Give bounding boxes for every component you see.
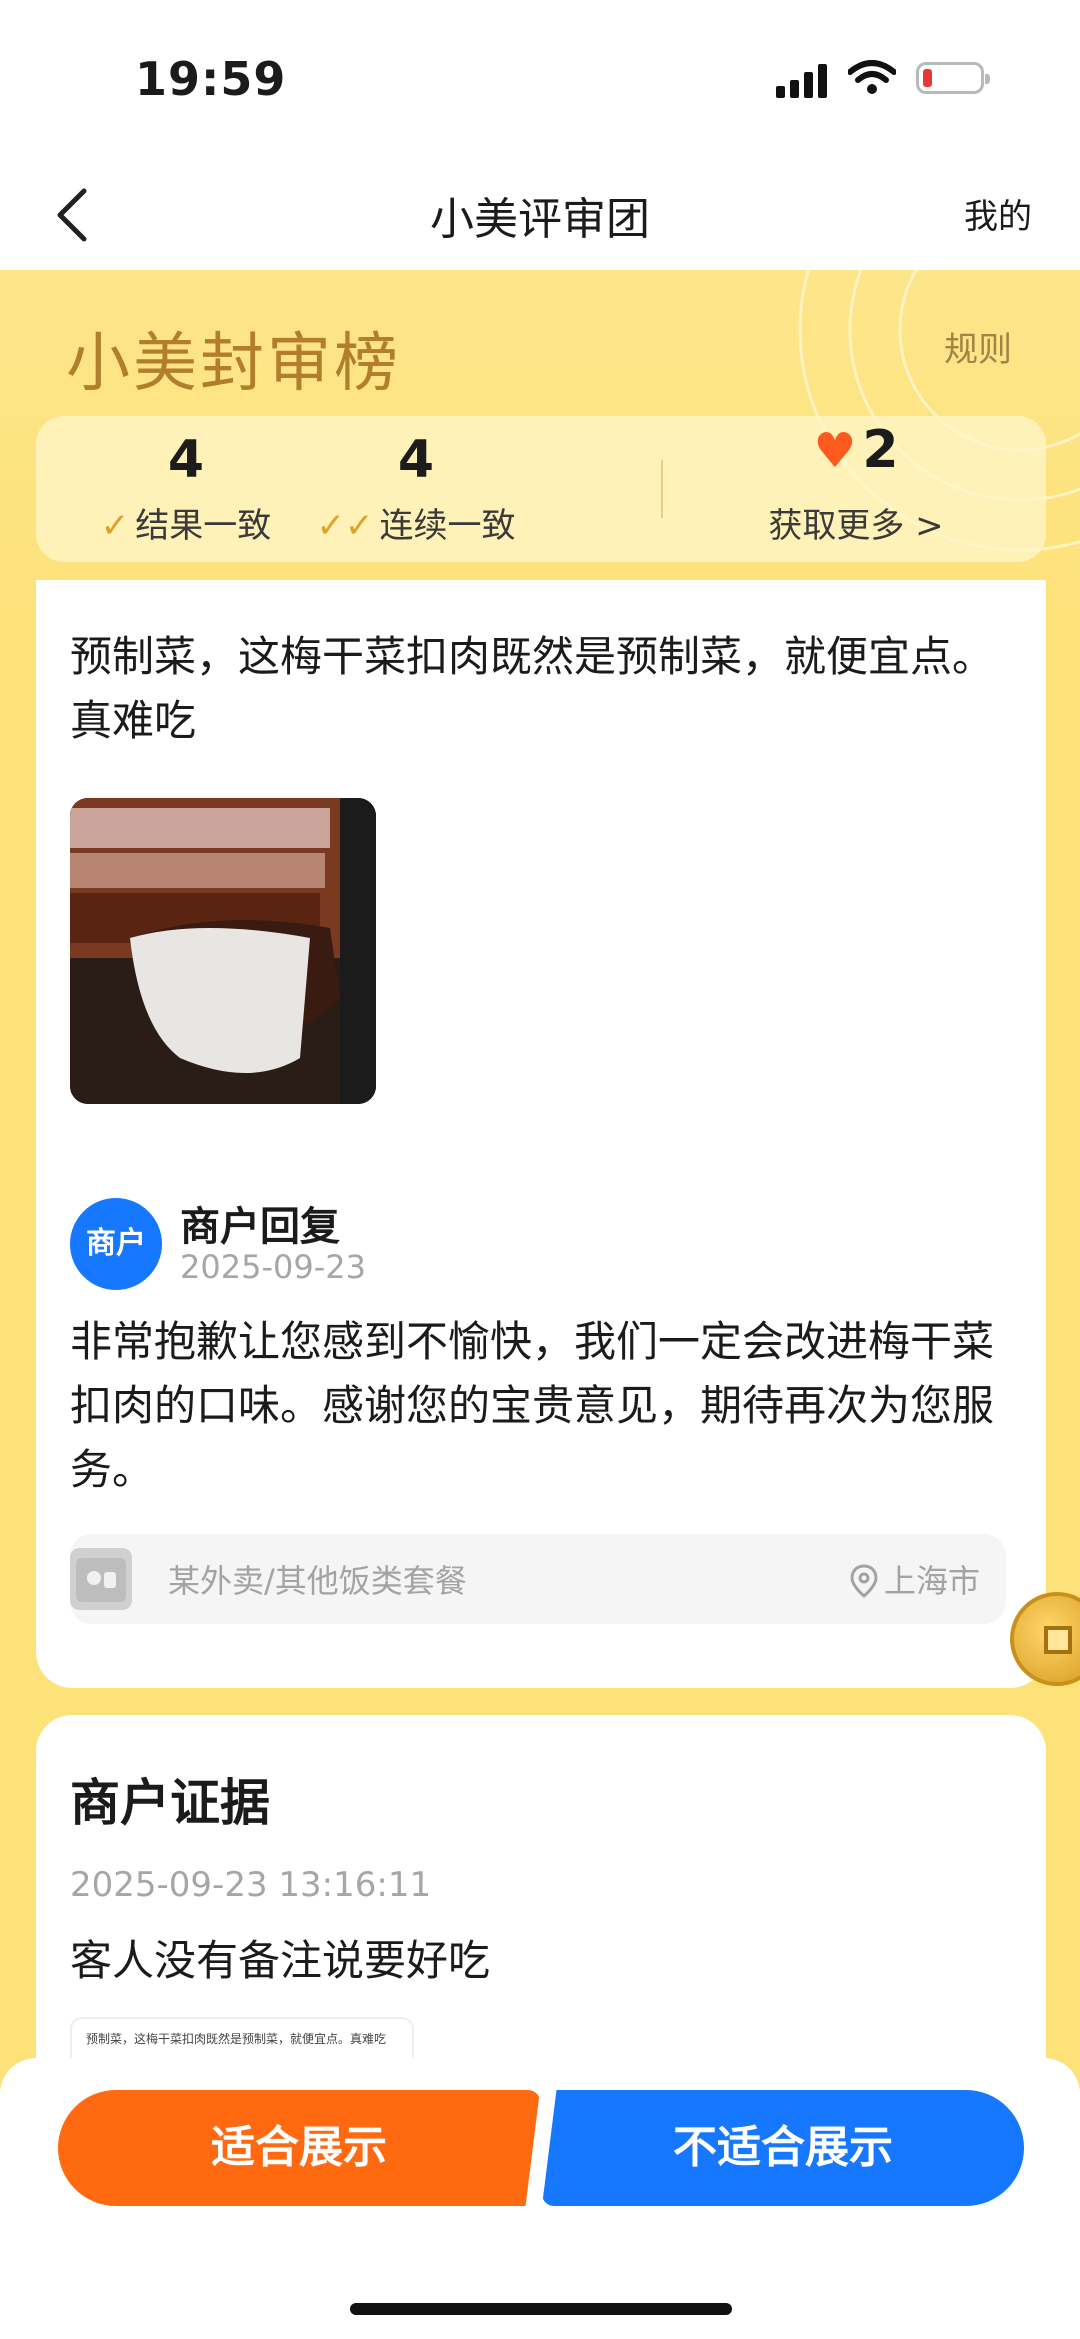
action-bar: 适合展示 不适合展示 (0, 2058, 1080, 2339)
review-photo[interactable] (70, 798, 376, 1104)
rules-link[interactable]: 规则 (944, 322, 1012, 371)
check-icon: ✓ (100, 506, 130, 546)
reply-text: 非常抱歉让您感到不愉快，我们一定会改进梅干菜扣肉的口味。感谢您的宝贵意见，期待再… (70, 1317, 995, 1494)
evidence-time: 2025-09-23 13:16:11 (70, 1865, 432, 1905)
merchant-avatar: 商户 (70, 1198, 162, 1290)
brand-title: 小美封审榜 (66, 327, 401, 401)
page-title: 小美评审团 (430, 194, 650, 245)
stat-value: 4 (167, 430, 205, 490)
store-info-bar[interactable]: 某外卖/其他饭类套餐 上海市 (70, 1534, 1006, 1624)
reply-date: 2025-09-23 (180, 1248, 366, 1286)
stat-hearts[interactable]: ♥ 2 获取更多 > (736, 416, 976, 562)
location-text: 上海市 (883, 1562, 980, 1600)
status-time: 19:59 (135, 52, 287, 106)
location-pin-icon (850, 1564, 878, 1598)
stat-result-consistent: 4 ✓ 结果一致 (76, 416, 296, 562)
stat-label: 结果一致 (135, 506, 272, 546)
home-indicator[interactable] (350, 2303, 732, 2315)
reply-title: 商户回复 (180, 1204, 340, 1250)
stats-panel: 4 ✓ 结果一致 4 ✓✓ 连续一致 ♥ 2 获取更多 > (36, 416, 1046, 562)
store-location: 上海市 (850, 1556, 980, 1602)
review-panel-header: 小美封审榜 规则 4 ✓ 结果一致 4 ✓✓ 连续一致 ♥ 2 获取更多 > (0, 270, 1080, 630)
review-card: 预制菜，这梅干菜扣肉既然是预制菜，就便宜点。真难吃 商户 商户回复 2025-0… (36, 580, 1046, 1688)
cellular-signal-icon (776, 64, 832, 98)
suitable-button[interactable]: 适合展示 (58, 2090, 540, 2206)
store-name: 某外卖/其他饭类套餐 (168, 1562, 467, 1600)
evidence-title: 商户证据 (70, 1774, 270, 1832)
stat-label: 连续一致 (379, 506, 516, 546)
status-bar: 19:59 (0, 0, 1080, 165)
heart-count: 2 (862, 420, 899, 480)
stat-value: 4 (397, 430, 435, 490)
divider (661, 460, 663, 518)
wifi-icon (848, 60, 896, 94)
get-more-link[interactable]: 获取更多 > (736, 498, 976, 547)
unsuitable-button[interactable]: 不适合展示 (542, 2090, 1024, 2206)
stat-streak-consistent: 4 ✓✓ 连续一致 (286, 416, 546, 562)
food-photo-image (70, 798, 376, 1104)
heart-icon: ♥ (813, 423, 857, 479)
nav-bar: 小美评审团 我的 (0, 165, 1080, 270)
mine-link[interactable]: 我的 (964, 189, 1032, 238)
evidence-text: 客人没有备注说要好吃 (70, 1936, 491, 1985)
battery-icon (916, 62, 990, 94)
store-logo-icon (70, 1548, 132, 1610)
review-text: 预制菜，这梅干菜扣肉既然是预制菜，就便宜点。真难吃 (70, 632, 995, 745)
double-check-icon: ✓✓ (316, 506, 374, 546)
